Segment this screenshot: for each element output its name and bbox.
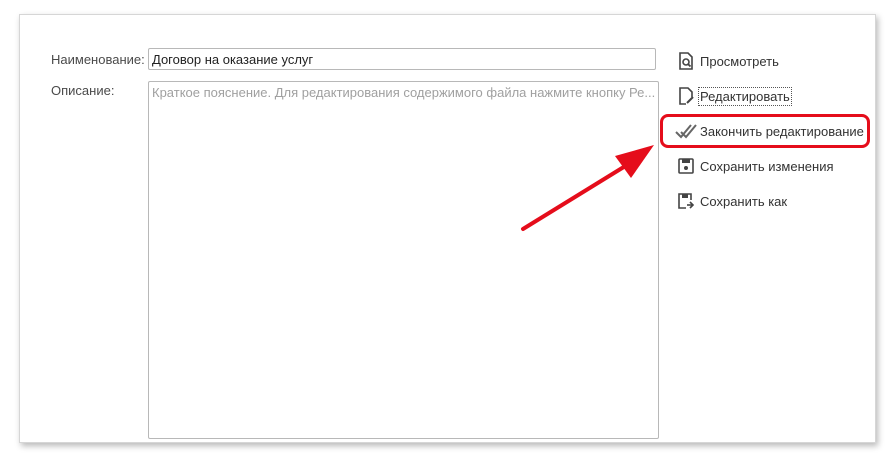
- pointer-arrow: [521, 145, 654, 231]
